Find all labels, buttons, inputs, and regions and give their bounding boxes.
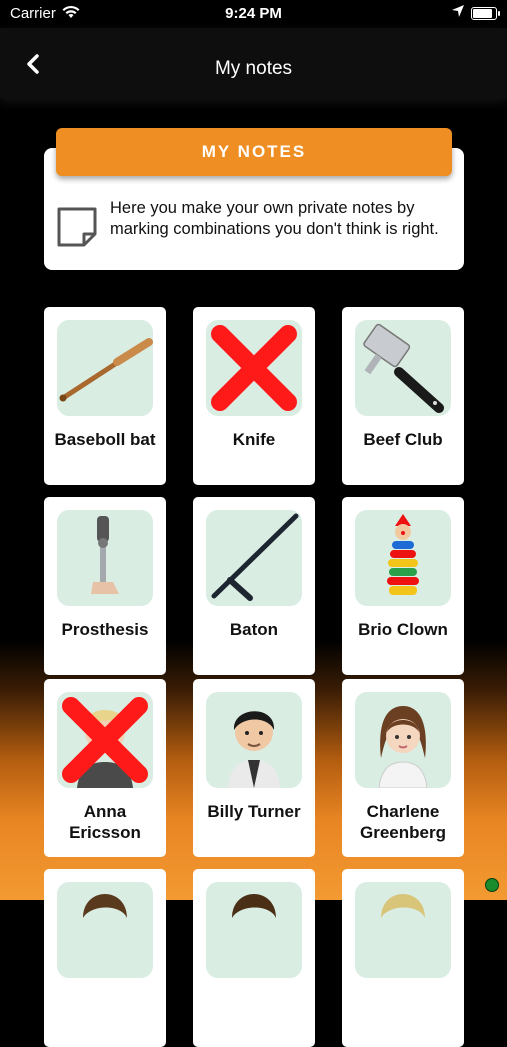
card-billy-turner[interactable]: Billy Turner (193, 679, 315, 857)
card-image (206, 882, 302, 978)
person-avatar-icon (232, 894, 276, 918)
card-beef-club[interactable]: Beef Club (342, 307, 464, 485)
card-charlene-greenberg[interactable]: Charlene Greenberg (342, 679, 464, 857)
card-partial[interactable] (342, 869, 464, 1047)
card-label: Charlene Greenberg (360, 802, 446, 842)
note-icon (56, 206, 98, 248)
person-avatar-icon (381, 894, 425, 918)
cross-mark-icon (62, 697, 148, 783)
card-partial[interactable] (193, 869, 315, 1047)
card-baseboll-bat[interactable]: Baseboll bat (44, 307, 166, 485)
card-image (206, 320, 302, 416)
location-arrow-icon (451, 4, 465, 22)
card-label: Brio Clown (358, 620, 448, 639)
page-title: My notes (214, 58, 293, 79)
card-knife[interactable]: Knife (193, 307, 315, 485)
card-label: Beef Club (363, 430, 443, 449)
card-image (57, 882, 153, 978)
baseball-bat-icon (59, 338, 153, 402)
card-label: Baseboll bat (54, 430, 156, 449)
battery-icon (471, 7, 500, 20)
status-bar: Carrier 9:24 PM (0, 0, 507, 28)
card-label: Anna Ericsson (69, 802, 141, 842)
meat-mallet-icon (363, 323, 444, 413)
card-label: Billy Turner (207, 802, 301, 821)
person-avatar-icon (378, 706, 428, 788)
my-notes-banner[interactable]: MY NOTES (56, 128, 452, 176)
card-anna-ericsson[interactable]: Anna Ericsson (44, 679, 166, 857)
card-label: Prosthesis (61, 620, 149, 639)
card-image (57, 510, 153, 606)
card-image (57, 692, 153, 788)
navigation-bar: My notes (0, 28, 507, 98)
prosthesis-icon (91, 516, 119, 594)
card-prosthesis[interactable]: Prosthesis (44, 497, 166, 675)
card-image (355, 692, 451, 788)
card-image (355, 882, 451, 978)
clock: 9:24 PM (225, 5, 282, 22)
person-avatar-icon (228, 711, 280, 788)
card-brio-clown[interactable]: Brio Clown (342, 497, 464, 675)
person-avatar-icon (83, 894, 127, 918)
info-text: Here you make your own private notes by … (110, 199, 439, 238)
clown-toy-icon (387, 514, 419, 595)
card-partial[interactable] (44, 869, 166, 1047)
card-baton[interactable]: Baton (193, 497, 315, 675)
card-image (206, 692, 302, 788)
status-indicator-dot (485, 878, 499, 892)
card-image (355, 320, 451, 416)
baton-icon (211, 513, 299, 601)
card-label: Baton (229, 620, 279, 639)
cross-mark-icon (211, 325, 297, 411)
card-image (57, 320, 153, 416)
card-image (206, 510, 302, 606)
card-label: Knife (232, 430, 276, 449)
card-image (355, 510, 451, 606)
